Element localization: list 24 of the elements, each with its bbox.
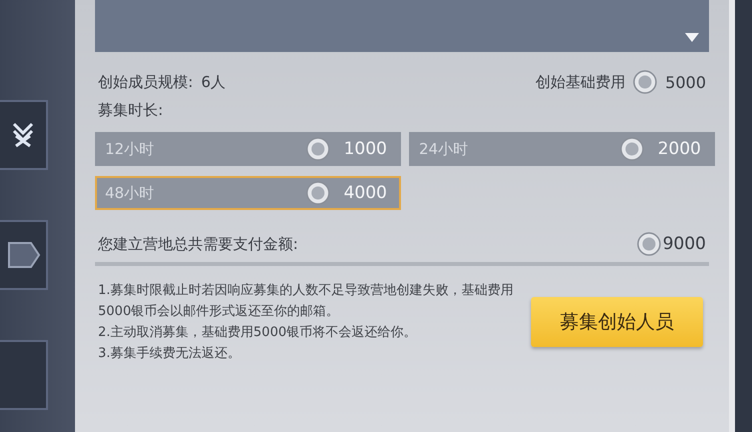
total-label: 您建立营地总共需要支付金额: <box>98 234 298 254</box>
note-text: 1.募集时限截止时若因响应募集的人数不足导致营地创建失败，基础费用5000银币会以邮件形式返还至你的邮箱。 <box>98 282 514 321</box>
coin-icon <box>306 137 330 161</box>
duration-label: 募集时长: <box>97 100 164 121</box>
note-text: 2.主动取消募集，基础费用5000银币将不会返还给你。 <box>98 324 418 342</box>
note-text: 3.募集手续费无法返还。 <box>98 345 242 363</box>
emblem-icon <box>12 120 34 150</box>
coin-icon <box>633 70 658 94</box>
member-size-value: 6人 <box>201 72 226 92</box>
sidebar-tab[interactable] <box>0 100 48 170</box>
coin-icon <box>306 181 330 205</box>
duration-option[interactable]: 24小时 2000 <box>409 132 715 166</box>
dropdown-field[interactable] <box>95 0 709 52</box>
base-fee-value: 5000 <box>665 72 706 92</box>
duration-option[interactable]: 12小时 1000 <box>95 132 401 166</box>
coin-icon <box>620 137 644 161</box>
member-size-label: 创始成员规模: <box>98 72 194 92</box>
duration-option[interactable]: 48小时 4000 <box>95 176 401 210</box>
base-fee-label: 创始基础费用 <box>535 72 626 92</box>
caret-icon <box>685 33 699 42</box>
recruit-button[interactable]: 募集创始人员 <box>531 297 703 347</box>
sidebar-tab[interactable] <box>0 220 48 290</box>
coin-icon <box>636 232 661 256</box>
total-value: 9000 <box>662 234 706 254</box>
